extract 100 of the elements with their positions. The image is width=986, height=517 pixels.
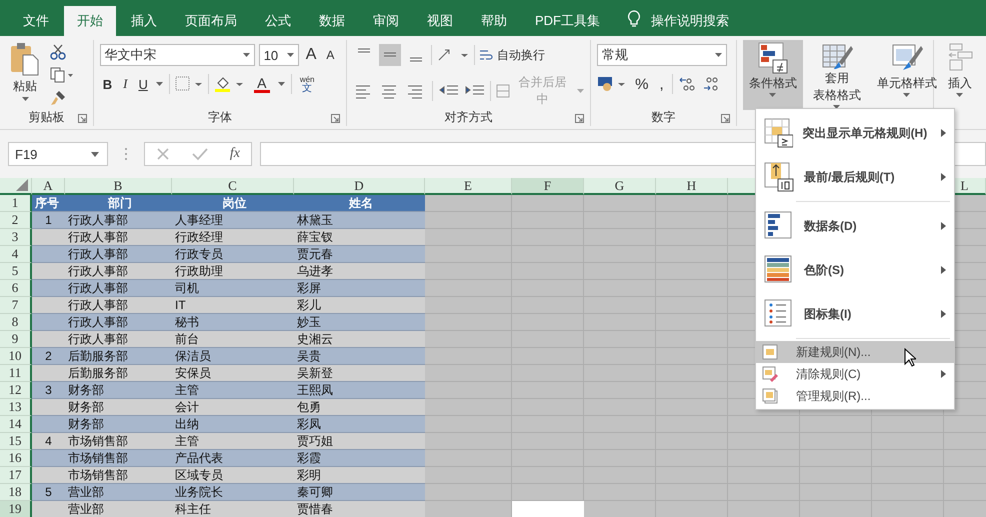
- row-header[interactable]: 18: [0, 484, 32, 501]
- column-header[interactable]: B: [65, 178, 172, 195]
- row-header[interactable]: 19: [0, 501, 32, 517]
- ribbon-tab[interactable]: 审阅: [360, 6, 412, 36]
- ribbon-tab[interactable]: 文件: [10, 6, 62, 36]
- row-header[interactable]: 4: [0, 246, 32, 263]
- selected-cell[interactable]: [512, 501, 584, 517]
- wrap-text-button[interactable]: 自动换行: [478, 46, 545, 64]
- table-cell: 乌进孝: [294, 263, 425, 280]
- menu-item[interactable]: 管理规则(R)...: [756, 385, 954, 407]
- dialog-launcher-icon[interactable]: [720, 114, 730, 123]
- table-cell: 市场销售部: [65, 450, 172, 467]
- tell-me-search[interactable]: 操作说明搜索: [651, 6, 729, 36]
- ribbon-tab[interactable]: 视图: [414, 6, 466, 36]
- comma-style-button[interactable]: ,: [656, 76, 667, 92]
- table-cell: [32, 467, 65, 484]
- ribbon-tab[interactable]: 帮助: [468, 6, 520, 36]
- row-header[interactable]: 14: [0, 416, 32, 433]
- column-header[interactable]: A: [32, 178, 65, 195]
- ribbon-tab[interactable]: 页面布局: [172, 6, 250, 36]
- scissors-icon[interactable]: [50, 44, 66, 60]
- table-cell: [32, 246, 65, 263]
- bold-button[interactable]: B: [100, 76, 116, 92]
- menu-item[interactable]: 数据条(D): [756, 204, 954, 248]
- merge-cells-icon: [496, 84, 510, 98]
- dialog-launcher-icon[interactable]: [330, 114, 340, 123]
- row-header[interactable]: 5: [0, 263, 32, 280]
- clipboard-icon: [10, 42, 40, 76]
- header-cell: 岗位: [172, 195, 294, 212]
- conditional-formatting-button[interactable]: 条件格式: [742, 40, 803, 110]
- phonetic-guide-button[interactable]: wén 文: [296, 75, 318, 93]
- copy-icon[interactable]: [50, 67, 74, 83]
- table-cell: [32, 331, 65, 348]
- ribbon-tab[interactable]: 开始: [64, 6, 116, 36]
- row-header[interactable]: 12: [0, 382, 32, 399]
- row-header[interactable]: 16: [0, 450, 32, 467]
- caret-icon[interactable]: [156, 82, 164, 86]
- insert-button[interactable]: 插入: [940, 40, 980, 110]
- row-header[interactable]: 17: [0, 467, 32, 484]
- top-bottom-rules-icon: [764, 162, 794, 192]
- column-header[interactable]: E: [425, 178, 512, 195]
- font-name-dropdown[interactable]: 华文中宋: [100, 44, 255, 66]
- column-header[interactable]: F: [512, 178, 584, 195]
- insert-function-button[interactable]: fx: [230, 146, 240, 162]
- row-header[interactable]: 8: [0, 314, 32, 331]
- row-header[interactable]: 7: [0, 297, 32, 314]
- dialog-launcher-icon[interactable]: [78, 114, 87, 123]
- vertical-align-icon[interactable]: [378, 44, 401, 66]
- table-cell: 5: [32, 484, 65, 501]
- row-header[interactable]: 3: [0, 229, 32, 246]
- dialog-launcher-icon[interactable]: [575, 114, 584, 123]
- row-header[interactable]: 11: [0, 365, 32, 382]
- ribbon-tab[interactable]: 公式: [252, 6, 304, 36]
- font-color-button[interactable]: A: [250, 76, 273, 92]
- paste-button[interactable]: 粘贴: [6, 40, 44, 108]
- table-cell: [32, 297, 65, 314]
- group-label: 对齐方式: [444, 108, 492, 126]
- column-header[interactable]: G: [584, 178, 656, 195]
- increase-decimal-icon[interactable]: [678, 75, 696, 93]
- menu-item[interactable]: 图标集(I): [756, 292, 954, 336]
- ribbon-tab[interactable]: 插入: [118, 6, 170, 36]
- table-cell: 彩儿: [294, 297, 425, 314]
- column-header[interactable]: H: [656, 178, 728, 195]
- group-label: 剪贴板: [28, 108, 64, 126]
- number-format-dropdown[interactable]: 常规: [597, 44, 728, 66]
- menu-item[interactable]: 突出显示单元格规则(H): [756, 111, 954, 155]
- row-header[interactable]: 15: [0, 433, 32, 450]
- column-header[interactable]: C: [172, 178, 294, 195]
- caret-icon[interactable]: [278, 82, 286, 86]
- underline-button[interactable]: U: [135, 76, 151, 92]
- currency-icon[interactable]: [597, 75, 628, 93]
- table-cell: 保洁员: [172, 348, 294, 365]
- font-size-dropdown[interactable]: 10: [258, 44, 299, 66]
- italic-button[interactable]: I: [120, 76, 130, 92]
- column-header[interactable]: D: [294, 178, 425, 195]
- row-header[interactable]: 9: [0, 331, 32, 348]
- table-cell: [32, 314, 65, 331]
- percent-button[interactable]: %: [632, 76, 652, 92]
- menu-item[interactable]: 清除规则(C): [756, 363, 954, 385]
- color-scales-icon: [764, 255, 794, 285]
- table-cell: 3: [32, 382, 65, 399]
- row-header[interactable]: 6: [0, 280, 32, 297]
- name-box[interactable]: F19: [8, 142, 108, 166]
- ribbon-tab[interactable]: 数据: [306, 6, 358, 36]
- decrease-font-button[interactable]: A: [323, 48, 338, 62]
- data-bars-icon: [764, 211, 794, 241]
- table-cell: 财务部: [65, 382, 172, 399]
- borders-icon[interactable]: [174, 76, 203, 92]
- row-header[interactable]: 1: [0, 195, 32, 212]
- format-painter-icon[interactable]: [50, 90, 66, 106]
- increase-font-button[interactable]: A: [302, 46, 320, 64]
- ribbon-tab[interactable]: PDF工具集: [522, 6, 613, 36]
- row-header[interactable]: 10: [0, 348, 32, 365]
- row-header[interactable]: 13: [0, 399, 32, 416]
- table-cell: IT: [172, 297, 294, 314]
- row-header[interactable]: 2: [0, 212, 32, 229]
- checkmark-icon[interactable]: [192, 147, 208, 161]
- caret-icon: [286, 53, 294, 57]
- menu-item[interactable]: 色阶(S): [756, 248, 954, 292]
- table-cell: 人事经理: [172, 212, 294, 229]
